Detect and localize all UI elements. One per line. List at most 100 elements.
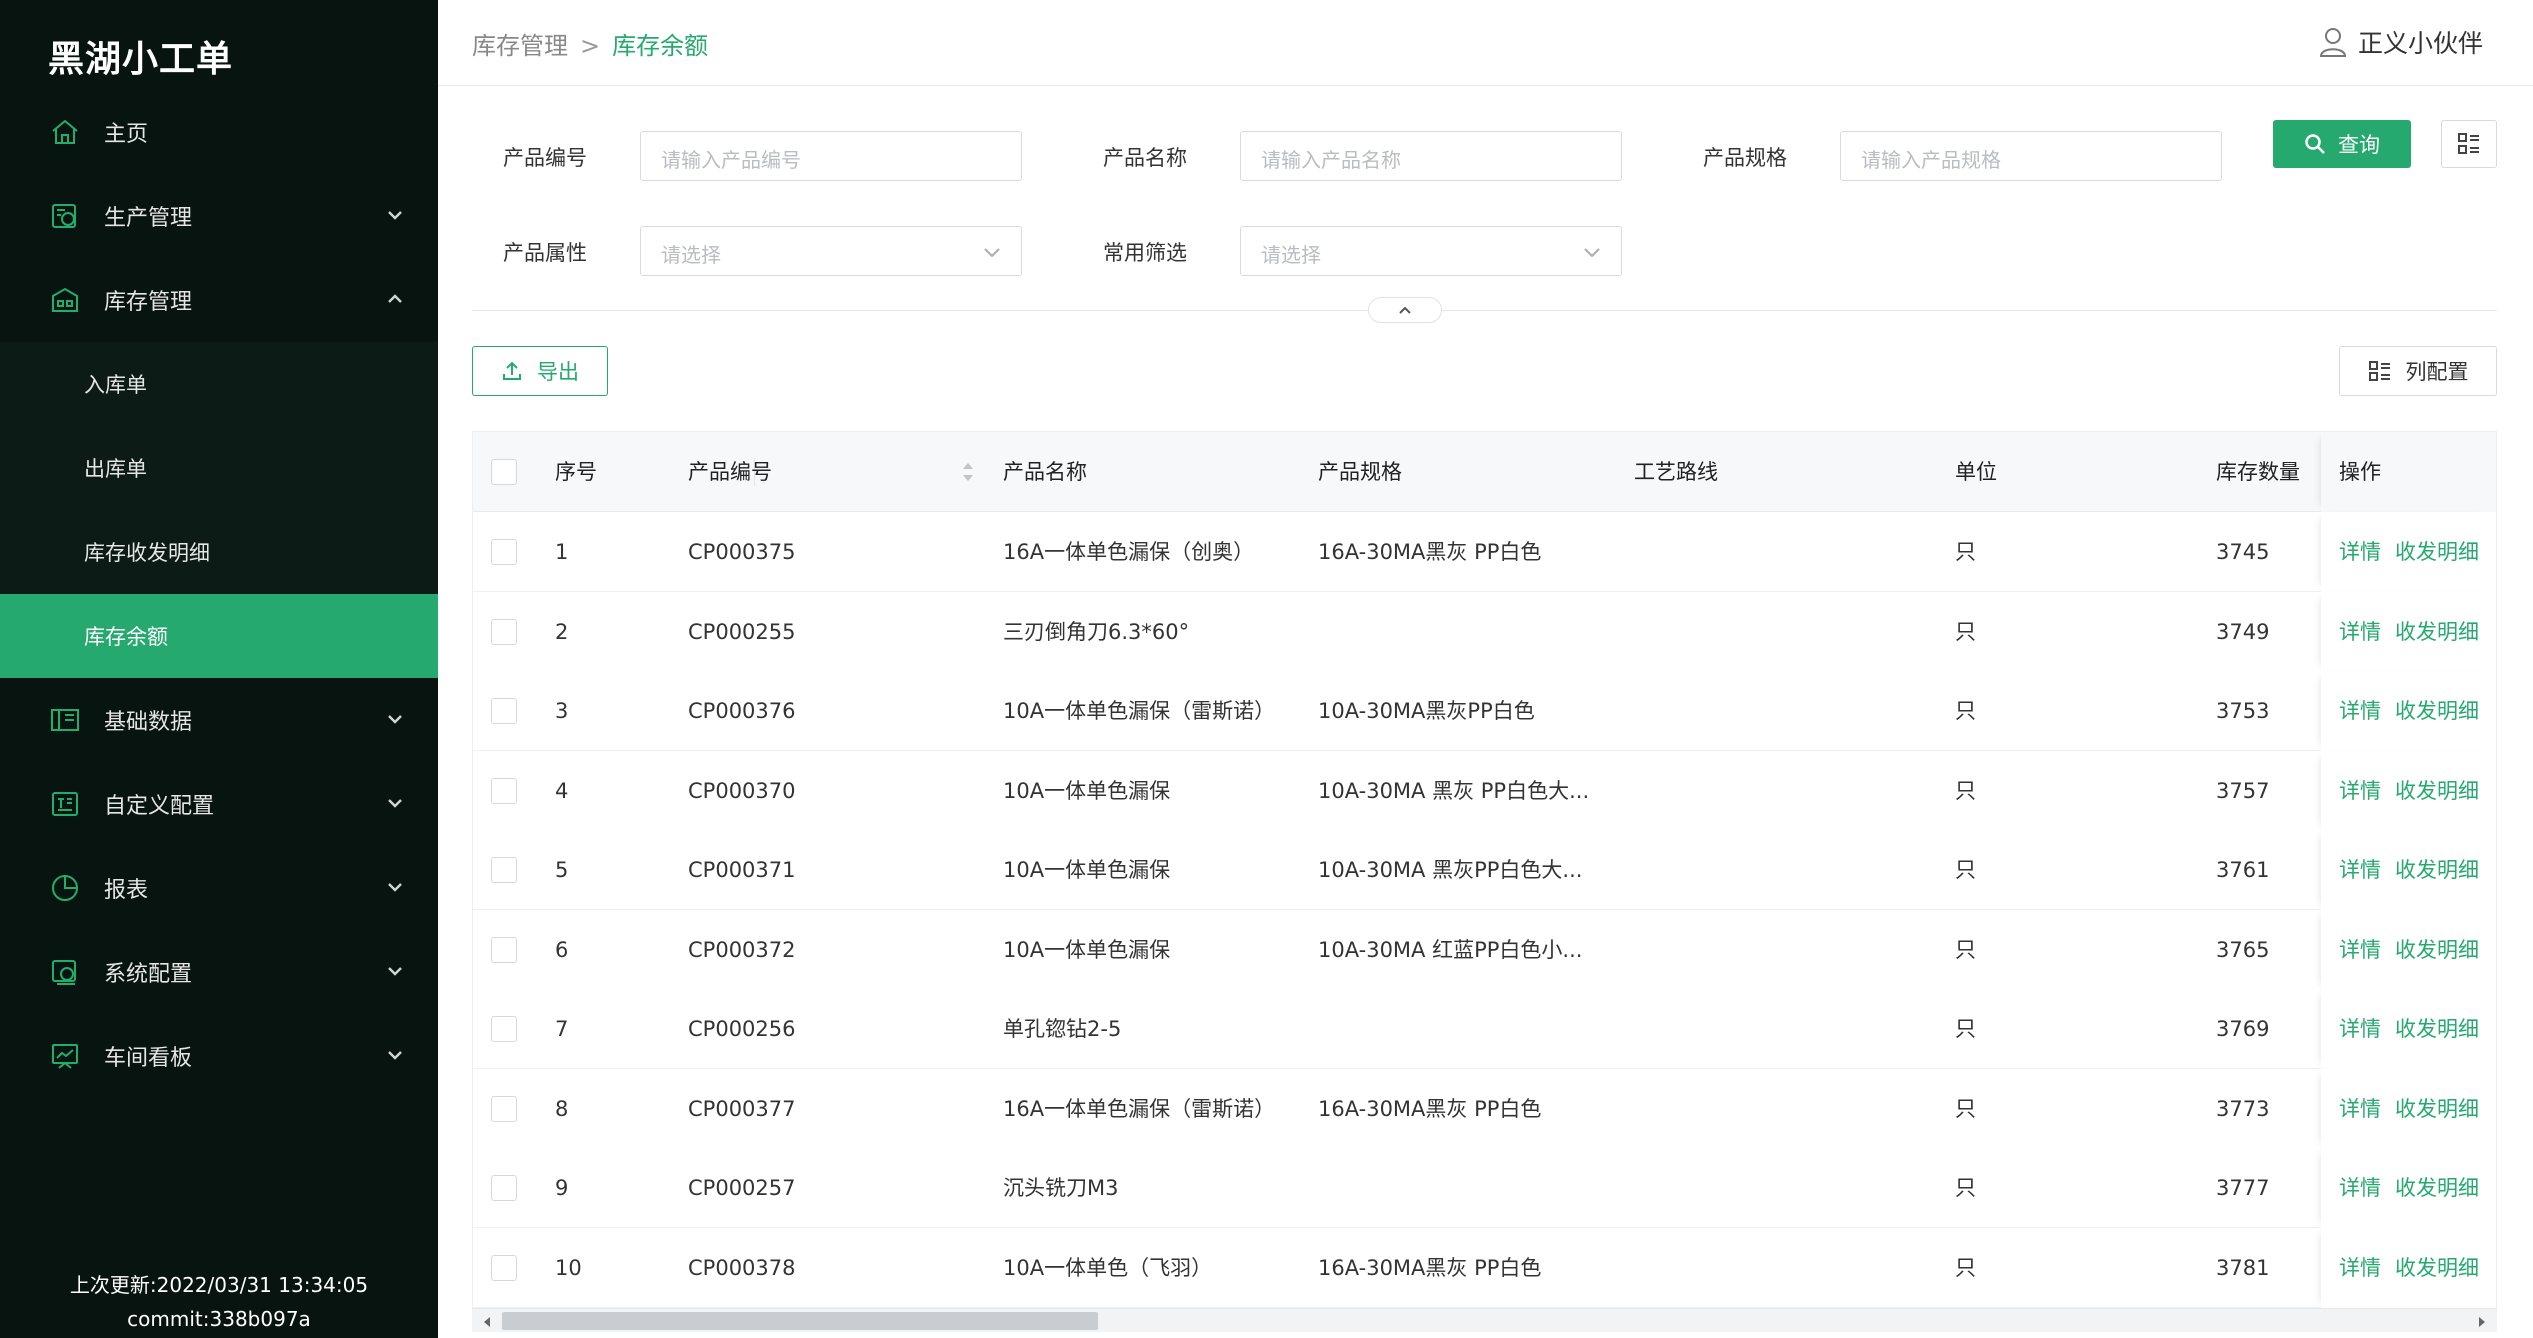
sidebar-item-inventory-flow[interactable]: 库存收发明细 [0,510,438,594]
detail-link[interactable]: 详情 [2339,779,2381,803]
cell-qty: 3781 [2216,1255,2270,1280]
detail-link[interactable]: 详情 [2339,1017,2381,1041]
sidebar-item-label: 车间看板 [104,1046,193,1071]
row-checkbox[interactable] [491,857,517,883]
sidebar-item-reports[interactable]: 报表 [0,846,438,930]
sidebar-item-home[interactable]: 主页 [0,90,438,174]
common-filter-select[interactable]: 请选择 [1240,226,1622,276]
flow-detail-link[interactable]: 收发明细 [2395,1176,2479,1200]
cell-product-spec: 10A-30MA黑灰PP白色 [1318,699,1535,723]
warehouse-icon [48,283,82,317]
sort-icon[interactable] [961,458,975,486]
cell-no: 1 [555,540,569,564]
sidebar-item-outbound[interactable]: 出库单 [0,426,438,510]
detail-link[interactable]: 详情 [2339,1256,2381,1280]
row-actions: 详情 收发明细 [2321,1227,2496,1308]
table-row: 2 CP000255 三刃倒角刀6.3*60° 只 3749 详情 收发明细 [473,591,2496,672]
top-header: 库存管理 > 库存余额 正义小伙伴 [438,0,2533,86]
cell-unit: 只 [1955,619,1976,644]
flow-detail-link[interactable]: 收发明细 [2395,1256,2479,1280]
sidebar-item-basic-data[interactable]: 基础数据 [0,678,438,762]
detail-link[interactable]: 详情 [2339,620,2381,644]
flow-detail-link[interactable]: 收发明细 [2395,699,2479,723]
column-config-label: 列配置 [2405,360,2469,384]
row-checkbox[interactable] [491,777,517,804]
cell-product-spec: 10A-30MA 红蓝PP白色小... [1318,937,1583,962]
sidebar-item-inventory-balance[interactable]: 库存余额 [0,594,438,678]
sidebar-item-inbound[interactable]: 入库单 [0,342,438,426]
detail-link[interactable]: 详情 [2339,1097,2381,1121]
query-button[interactable]: 查询 [2273,120,2411,168]
cell-product-name: 沉头铣刀M3 [1003,1176,1119,1200]
flow-detail-link[interactable]: 收发明细 [2395,540,2479,564]
breadcrumb-current: 库存余额 [612,32,709,60]
row-checkbox[interactable] [491,936,517,963]
flow-detail-link[interactable]: 收发明细 [2395,938,2479,962]
sidebar-item-custom-config[interactable]: 自定义配置 [0,762,438,846]
row-checkbox[interactable] [491,1016,517,1042]
flow-detail-link[interactable]: 收发明细 [2395,1017,2479,1041]
row-checkbox[interactable] [491,698,517,724]
select-all-checkbox[interactable] [491,459,517,485]
scroll-left-icon[interactable] [480,1314,494,1328]
detail-link[interactable]: 详情 [2339,1176,2381,1200]
chevron-down-icon [384,960,406,982]
flow-detail-link[interactable]: 收发明细 [2395,1097,2479,1121]
cell-no: 10 [555,1255,582,1280]
filter-divider [472,310,2497,311]
detail-link[interactable]: 详情 [2339,938,2381,962]
column-config-button[interactable]: 列配置 [2339,346,2497,396]
table-row: 1 CP000375 16A一体单色漏保（创奥） 16A-30MA黑灰 PP白色 只 37… [473,512,2496,592]
cell-product-spec: 16A-30MA黑灰 PP白色 [1318,1255,1542,1280]
column-header-code[interactable]: 产品编号 [688,432,988,512]
user-menu[interactable]: 正义小伙伴 [2318,24,2483,60]
sidebar-item-label: 自定义配置 [104,794,215,819]
sidebar-item-workshop-board[interactable]: 车间看板 [0,1014,438,1098]
row-actions: 详情 收发明细 [2321,750,2496,831]
sidebar-item-label: 报表 [104,878,149,903]
custom-config-icon [48,787,82,821]
product-attribute-select[interactable]: 请选择 [640,226,1022,276]
row-actions: 详情 收发明细 [2321,830,2496,910]
row-checkbox[interactable] [491,1095,517,1122]
sidebar-item-inventory[interactable]: 库存管理 [0,258,438,342]
flow-detail-link[interactable]: 收发明细 [2395,858,2479,882]
cell-unit: 只 [1955,1176,1976,1200]
scroll-right-icon[interactable] [2475,1314,2489,1328]
flow-detail-link[interactable]: 收发明细 [2395,620,2479,644]
row-checkbox[interactable] [491,618,517,645]
row-checkbox[interactable] [491,539,517,565]
cell-product-code: CP000255 [688,619,796,644]
cell-unit: 只 [1955,937,1976,962]
product-name-input[interactable]: 请输入产品名称 [1240,131,1622,181]
row-checkbox[interactable] [491,1175,517,1201]
cell-unit: 只 [1955,858,1976,882]
table-row: 5 CP000371 10A一体单色漏保 10A-30MA 黑灰PP白色大... 只 37… [473,830,2496,910]
detail-link[interactable]: 详情 [2339,699,2381,723]
cell-unit: 只 [1955,1255,1976,1280]
row-checkbox[interactable] [491,1254,517,1281]
sidebar-item-system-config[interactable]: 系统配置 [0,930,438,1014]
product-code-input[interactable]: 请输入产品编号 [640,131,1022,181]
book-icon [48,703,82,737]
flow-detail-link[interactable]: 收发明细 [2395,779,2479,803]
inventory-balance-table: 序号 产品编号 产品名称 产品规格 工艺路线 单位 库存数量 操作 1 CP000… [472,431,2497,1323]
detail-link[interactable]: 详情 [2339,540,2381,564]
collapse-filters-button[interactable] [1368,297,1442,323]
detail-link[interactable]: 详情 [2339,858,2381,882]
cell-product-code: CP000376 [688,699,796,723]
cell-qty: 3761 [2216,858,2270,882]
system-settings-icon [48,955,82,989]
breadcrumb-item[interactable]: 库存管理 [472,32,568,60]
cell-no: 7 [555,1017,569,1041]
scrollbar-thumb[interactable] [502,1312,1098,1330]
breadcrumb-separator: > [580,32,601,60]
cell-product-code: CP000371 [688,858,796,882]
sidebar-item-production[interactable]: 生产管理 [0,174,438,258]
cell-product-code: CP000370 [688,778,796,803]
cell-qty: 3745 [2216,540,2270,564]
horizontal-scrollbar[interactable] [472,1308,2497,1332]
export-button[interactable]: 导出 [472,346,608,396]
filter-settings-button[interactable] [2441,120,2497,168]
product-spec-input[interactable]: 请输入产品规格 [1840,131,2222,181]
